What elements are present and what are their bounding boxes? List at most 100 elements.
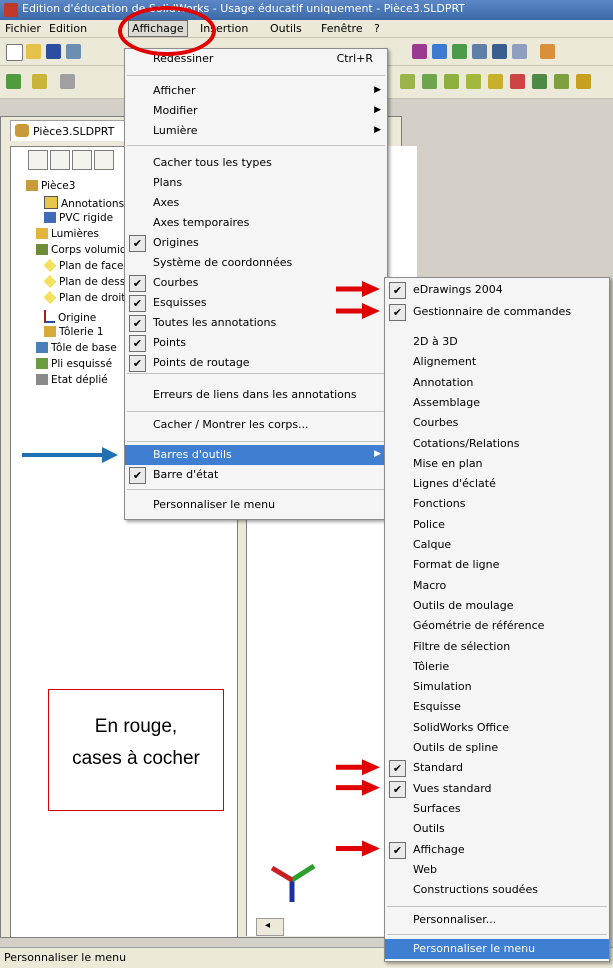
tree-item[interactable]: Origine <box>44 310 96 324</box>
menu-item-personnaliser[interactable]: Personnaliser... <box>385 910 609 930</box>
print-icon[interactable] <box>66 44 81 59</box>
menu-item-view-5[interactable]: Système de coordonnées <box>125 253 387 273</box>
property-tab-icon[interactable] <box>50 150 70 170</box>
menu-item-view-0[interactable]: Cacher tous les types <box>125 153 387 173</box>
tree-item[interactable]: Pièce3 <box>26 180 75 192</box>
menu-item-toolbar-5[interactable]: Assemblage <box>385 393 609 413</box>
menu-item-view-9[interactable]: ✔ Points <box>125 333 387 353</box>
menu-item-toolbar-12[interactable]: Calque <box>385 535 609 555</box>
menu-item-view-8[interactable]: ✔ Toutes les annotations <box>125 313 387 333</box>
checkmark-icon[interactable]: ✔ <box>389 282 406 299</box>
options-icon[interactable] <box>432 44 447 59</box>
menu-item-view-1[interactable]: Plans <box>125 173 387 193</box>
tree-item[interactable]: Annotations <box>44 196 124 210</box>
menu-item-toolbar-19[interactable]: Simulation <box>385 677 609 697</box>
menu-item-barre-etat[interactable]: ✔ Barre d'état <box>125 465 387 485</box>
tree-item[interactable]: Etat déplié <box>36 374 108 386</box>
menu-item-view-10[interactable]: ✔ Points de routage <box>125 353 387 373</box>
dropdown-icon[interactable] <box>60 74 75 89</box>
menu-item-toolbar-16[interactable]: Géométrie de référence <box>385 616 609 636</box>
display-tab-icon[interactable] <box>94 150 114 170</box>
menu-fenetre[interactable]: Fenêtre <box>318 21 366 36</box>
checkmark-icon[interactable]: ✔ <box>129 235 146 252</box>
menu-item-view-6[interactable]: ✔ Courbes <box>125 273 387 293</box>
menu-item-view-4[interactable]: ✔ Origines <box>125 233 387 253</box>
scroll-left-icon[interactable]: ◂ <box>265 920 270 931</box>
grid-icon[interactable] <box>452 44 467 59</box>
menu-item-toolbar-1[interactable]: ✔ Gestionnaire de commandes <box>385 302 609 322</box>
menu-item-toolbar-17[interactable]: Filtre de sélection <box>385 637 609 657</box>
menu-item-toolbar-26[interactable]: Outils <box>385 819 609 839</box>
menu-item-toolbar-18[interactable]: Tôlerie <box>385 657 609 677</box>
menu-item-toolbar-10[interactable]: Fonctions <box>385 494 609 514</box>
checkmark-icon[interactable]: ✔ <box>129 295 146 312</box>
tree-item[interactable]: PVC rigide <box>44 212 113 224</box>
tree-item[interactable]: Tôle de base <box>36 342 117 354</box>
menu-item-toolbar-24[interactable]: ✔ Vues standard <box>385 779 609 799</box>
menu-outils[interactable]: Outils <box>267 21 305 36</box>
menu-item-toolbar-20[interactable]: Esquisse <box>385 697 609 717</box>
menu-item-toolbar-22[interactable]: Outils de spline <box>385 738 609 758</box>
menu-item-toolbar-4[interactable]: Annotation <box>385 373 609 393</box>
checkmark-icon[interactable]: ✔ <box>389 841 406 859</box>
menu-item-toolbar-14[interactable]: Macro <box>385 576 609 596</box>
menu-item-toolbar-25[interactable]: Surfaces <box>385 799 609 819</box>
tree-item[interactable]: Lumières <box>36 228 99 240</box>
menu-item-barres-outils[interactable]: Barres d'outils ▶ <box>125 445 387 465</box>
menu-item-toolbar-11[interactable]: Police <box>385 515 609 535</box>
menu-item-toolbar-27[interactable]: ✔ Affichage <box>385 840 609 860</box>
menu-item-view-7[interactable]: ✔ Esquisses <box>125 293 387 313</box>
menu-item-toolbar-3[interactable]: Alignement <box>385 352 609 372</box>
menu-help[interactable]: ? <box>371 21 383 36</box>
tree-item[interactable]: Pli esquissé <box>36 358 112 370</box>
menu-item-afficher[interactable]: Afficher ▶ <box>125 81 387 101</box>
menu-item-modifier[interactable]: Modifier ▶ <box>125 101 387 121</box>
menu-item-toolbar-6[interactable]: Courbes <box>385 413 609 433</box>
sketch-line-icon[interactable] <box>32 74 47 89</box>
menu-item-toolbar-15[interactable]: Outils de moulage <box>385 596 609 616</box>
filter-icon[interactable] <box>512 44 527 59</box>
checkmark-icon[interactable]: ✔ <box>129 335 146 352</box>
feature-icon-3[interactable] <box>444 74 459 89</box>
horizontal-scrollbar[interactable]: ◂ <box>256 918 284 936</box>
menu-fichier[interactable]: Fichier <box>2 21 44 36</box>
menu-item-lumiere[interactable]: Lumière ▶ <box>125 121 387 141</box>
feature-icon-4[interactable] <box>466 74 481 89</box>
menu-item-view-2[interactable]: Axes <box>125 193 387 213</box>
config-tab-icon[interactable] <box>72 150 92 170</box>
menu-item-toolbar-0[interactable]: ✔ eDrawings 2004 <box>385 280 609 300</box>
feature-icon-2[interactable] <box>422 74 437 89</box>
new-document-icon[interactable] <box>6 44 23 61</box>
feature-icon-5[interactable] <box>488 74 503 89</box>
checkmark-icon[interactable]: ✔ <box>129 315 146 332</box>
checkmark-icon[interactable]: ✔ <box>129 275 146 292</box>
feature-icon-8[interactable] <box>554 74 569 89</box>
menu-item-toolbar-28[interactable]: Web <box>385 860 609 880</box>
menu-item-personnaliser-menu-2[interactable]: Personnaliser le menu <box>385 939 609 959</box>
tree-item[interactable]: Tôlerie 1 <box>44 326 104 338</box>
table-icon[interactable] <box>492 44 507 59</box>
menu-item-cacher-montrer-corps[interactable]: Cacher / Montrer les corps... <box>125 415 387 435</box>
document-tab[interactable]: Pièce3.SLDPRT <box>10 120 134 141</box>
checkmark-icon[interactable]: ✔ <box>129 467 146 484</box>
menu-item-toolbar-9[interactable]: Lignes d'éclaté <box>385 474 609 494</box>
menu-item-toolbar-8[interactable]: Mise en plan <box>385 454 609 474</box>
feature-icon-1[interactable] <box>400 74 415 89</box>
feature-icon-7[interactable] <box>532 74 547 89</box>
menu-edition[interactable]: Edition <box>46 21 90 36</box>
menu-item-toolbar-29[interactable]: Constructions soudées <box>385 880 609 900</box>
feature-icon-9[interactable] <box>576 74 591 89</box>
menu-item-toolbar-7[interactable]: Cotations/Relations <box>385 434 609 454</box>
help-icon[interactable] <box>540 44 555 59</box>
checkmark-icon[interactable]: ✔ <box>389 780 406 798</box>
menu-item-toolbar-13[interactable]: Format de ligne <box>385 555 609 575</box>
extrude-icon[interactable] <box>6 74 21 89</box>
rebuild-icon[interactable] <box>412 44 427 59</box>
checkmark-icon[interactable]: ✔ <box>389 304 406 321</box>
menu-item-erreurs-liens[interactable]: Erreurs de liens dans les annotations <box>125 385 387 405</box>
menu-item-personnaliser-menu[interactable]: Personnaliser le menu <box>125 495 387 515</box>
save-icon[interactable] <box>46 44 61 59</box>
checkmark-icon[interactable]: ✔ <box>129 355 146 372</box>
menu-item-toolbar-21[interactable]: SolidWorks Office <box>385 718 609 738</box>
list-icon[interactable] <box>472 44 487 59</box>
